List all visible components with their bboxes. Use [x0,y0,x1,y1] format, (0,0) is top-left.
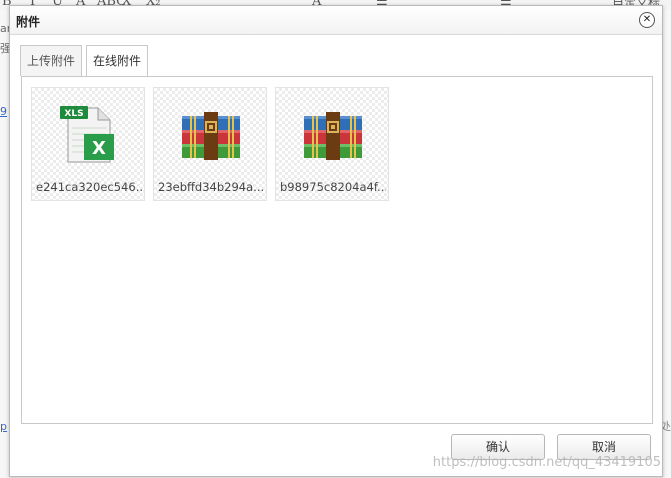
file-name: e241ca320ec546... [36,180,142,194]
bg-link-fragment: p [0,420,7,433]
online-attachment-panel: XLS X e241ca320ec546... 23ebffd34b294a..… [21,76,653,424]
winrar-archive-icon [304,112,362,160]
tab-upload-attachment[interactable]: 上传附件 [20,45,83,76]
file-item[interactable]: b98975c8204a4f... [275,87,389,201]
watermark-text: https://blog.csdn.net/qq_43419105 [432,455,661,470]
bg-link-fragment: 9 [0,105,7,118]
svg-text:XLS: XLS [64,109,83,119]
dialog-title: 附件 [16,15,41,29]
dialog-header: 附件 ✕ [10,6,662,35]
file-name: b98975c8204a4f... [280,180,386,194]
file-item[interactable]: 23ebffd34b294a... [153,87,267,201]
file-name: 23ebffd34b294a... [158,180,264,194]
tab-online-attachment[interactable]: 在线附件 [86,45,149,77]
close-icon[interactable]: ✕ [639,12,655,28]
winrar-archive-icon [182,112,240,160]
svg-text:X: X [92,138,106,159]
attachment-dialog: 附件 ✕ 上传附件 在线附件 XLS X e241ca320ec546... 2… [9,5,663,477]
excel-file-icon: XLS X [60,106,114,163]
file-item[interactable]: XLS X e241ca320ec546... [31,87,145,201]
